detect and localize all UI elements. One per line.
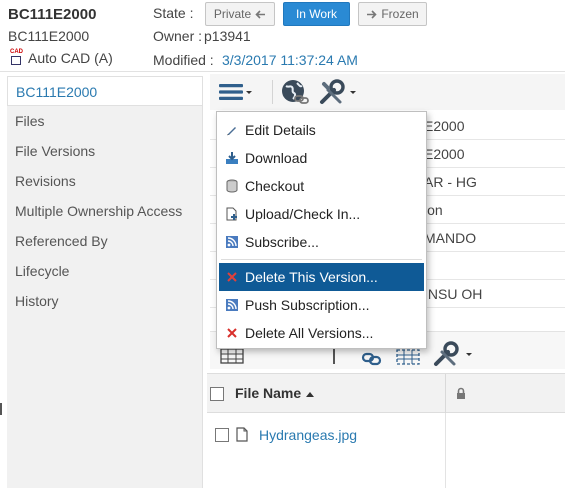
state-label: State : [153, 5, 194, 21]
sidebar-item-referenced-by[interactable]: Referenced By [7, 226, 202, 256]
rss-icon [225, 235, 239, 249]
document-icon [236, 427, 248, 442]
download-icon [225, 151, 239, 165]
rss-icon [225, 298, 239, 312]
owner-label: Owner : [153, 28, 203, 44]
toolbar-separator [272, 80, 273, 104]
arrow-left-icon [255, 9, 266, 19]
column-header-file-name[interactable]: File Name [235, 385, 315, 401]
owner-value: p13941 [204, 28, 251, 44]
menu-item-subscribe[interactable]: Subscribe... [217, 228, 426, 256]
menu-item-push-subscription[interactable]: Push Subscription... [217, 291, 426, 319]
hamburger-icon [219, 84, 243, 100]
autocad-icon: CAD [10, 49, 23, 65]
sidebar-item-multiple-ownership[interactable]: Multiple Ownership Access [7, 196, 202, 226]
menu-item-edit-details[interactable]: Edit Details [217, 116, 426, 144]
file-table-header: File Name [207, 373, 565, 414]
delete-x-icon [225, 326, 239, 340]
sidebar-item-file-versions[interactable]: File Versions [7, 136, 202, 166]
menu-separator [221, 259, 422, 260]
main-toolbar [210, 74, 565, 110]
file-row-checkbox[interactable] [215, 428, 229, 442]
upload-icon [225, 207, 239, 221]
column-separator [445, 374, 446, 414]
modified-date: 3/3/2017 11:37:24 AM [222, 52, 358, 68]
cad-type-label: Auto CAD (A) [28, 50, 113, 66]
sidebar-nav: BC111E2000 Files File Versions Revisions… [7, 76, 203, 488]
menu-item-download[interactable]: Download [217, 144, 426, 172]
state-private-button[interactable]: Private [205, 2, 275, 26]
menu-item-checkout[interactable]: Checkout [217, 172, 426, 200]
menu-item-delete-all-versions[interactable]: Delete All Versions... [217, 319, 426, 347]
delete-x-icon [225, 270, 239, 284]
select-all-checkbox[interactable] [210, 387, 224, 401]
sidebar-item-lifecycle[interactable]: Lifecycle [7, 256, 202, 286]
globe-link-button[interactable] [280, 78, 314, 106]
lock-icon [457, 387, 465, 399]
sidebar-item-history[interactable]: History [7, 286, 202, 316]
actions-dropdown-menu: Edit Details Download Checkout Upload/Ch… [216, 111, 427, 349]
actions-menu-button[interactable] [218, 78, 264, 106]
state-in-work-button[interactable]: In Work [283, 2, 350, 26]
caret-down-icon[interactable] [464, 350, 474, 358]
caret-down-icon [350, 91, 356, 94]
table-view-icon[interactable] [220, 348, 244, 364]
checkout-icon [225, 179, 239, 193]
column-separator [445, 413, 446, 488]
modified-label: Modified : [153, 52, 214, 68]
file-link[interactable]: Hydrangeas.jpg [259, 427, 357, 443]
sort-ascending-icon [306, 392, 315, 397]
state-frozen-button[interactable]: Frozen [358, 2, 427, 26]
cad-type: CAD Auto CAD (A) [10, 49, 113, 66]
caret-down-icon [246, 91, 252, 94]
sidebar-item-revisions[interactable]: Revisions [7, 166, 202, 196]
grid-select-icon[interactable] [396, 346, 422, 366]
sidebar-item-files[interactable]: Files [7, 106, 202, 136]
menu-item-upload-check-in[interactable]: Upload/Check In... [217, 200, 426, 228]
document-name: BC111E2000 [8, 28, 90, 44]
tools-menu-button[interactable] [318, 78, 360, 106]
edge-marker [0, 403, 2, 415]
wrench-screwdriver-icon[interactable] [432, 340, 462, 368]
menu-item-delete-this-version[interactable]: Delete This Version... [219, 263, 424, 291]
pencil-icon [225, 123, 239, 137]
wrench-screwdriver-icon [320, 79, 345, 104]
header-divider [0, 71, 565, 72]
globe-link-icon [282, 80, 309, 104]
arrow-right-icon [367, 9, 377, 19]
sidebar-item-overview[interactable]: BC111E2000 [7, 76, 202, 106]
document-number: BC111E2000 [8, 6, 97, 23]
